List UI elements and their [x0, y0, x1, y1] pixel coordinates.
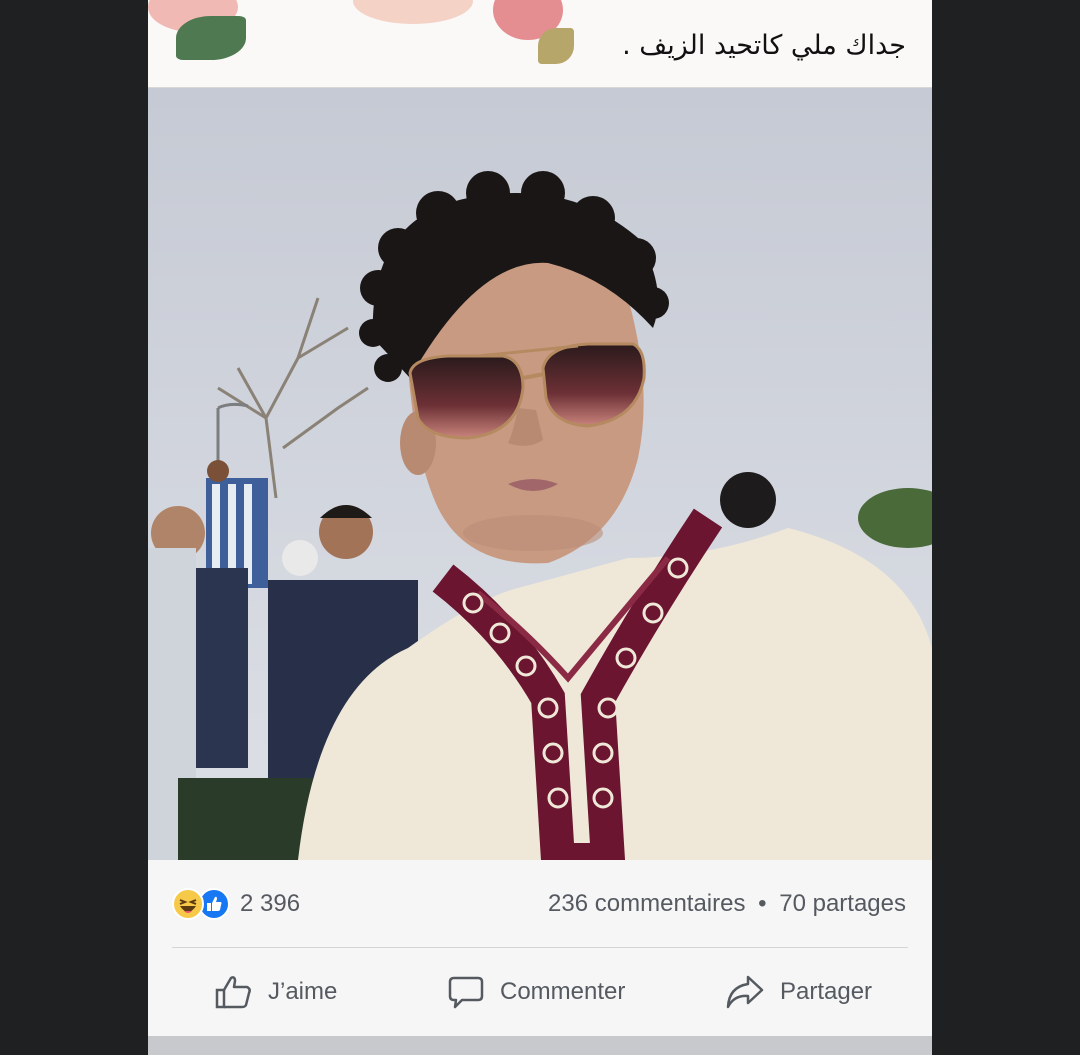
comment-label: Commenter	[500, 978, 626, 1005]
haha-icon	[172, 888, 204, 920]
selfie-image	[148, 88, 932, 860]
person-back-head	[720, 472, 776, 528]
post-action-bar: J’aime Commenter Partager	[148, 948, 932, 1036]
post-caption: جداك ملي كاتحيد الزيف .	[622, 30, 906, 61]
post-header-background: جداك ملي كاتحيد الزيف .	[148, 0, 932, 88]
flower-decoration	[353, 0, 473, 24]
leaf-decoration	[538, 28, 574, 64]
like-label: J’aime	[268, 978, 338, 1005]
post-stats-bar: 2 396 236 commentaires • 70 partages	[148, 860, 932, 948]
person-dark-jacket	[188, 568, 248, 768]
share-label: Partager	[780, 978, 873, 1005]
comments-count-link[interactable]: 236 commentaires	[548, 890, 745, 917]
share-arrow-icon	[726, 975, 764, 1009]
comment-bubble-icon	[448, 976, 484, 1009]
next-post-edge	[148, 1036, 932, 1055]
reactions-summary[interactable]: 2 396	[172, 887, 300, 921]
right-dark-margin	[932, 0, 1080, 1055]
person-white-cap	[282, 540, 318, 576]
facebook-post: جداك ملي كاتحيد الزيف . 2 396 236 commen…	[148, 0, 932, 1055]
shares-count-link[interactable]: 70 partages	[779, 890, 906, 917]
like-button[interactable]: J’aime	[214, 970, 337, 1014]
leaf-decoration	[176, 16, 246, 60]
comment-button[interactable]: Commenter	[446, 970, 625, 1014]
left-dark-margin	[0, 0, 148, 1055]
post-photo[interactable]	[148, 88, 932, 860]
share-button[interactable]: Partager	[724, 970, 872, 1014]
comments-shares-summary: 236 commentaires • 70 partages	[548, 890, 906, 918]
separator-dot: •	[758, 890, 767, 917]
thumbs-up-icon	[215, 976, 251, 1009]
reaction-count: 2 396	[240, 890, 301, 917]
